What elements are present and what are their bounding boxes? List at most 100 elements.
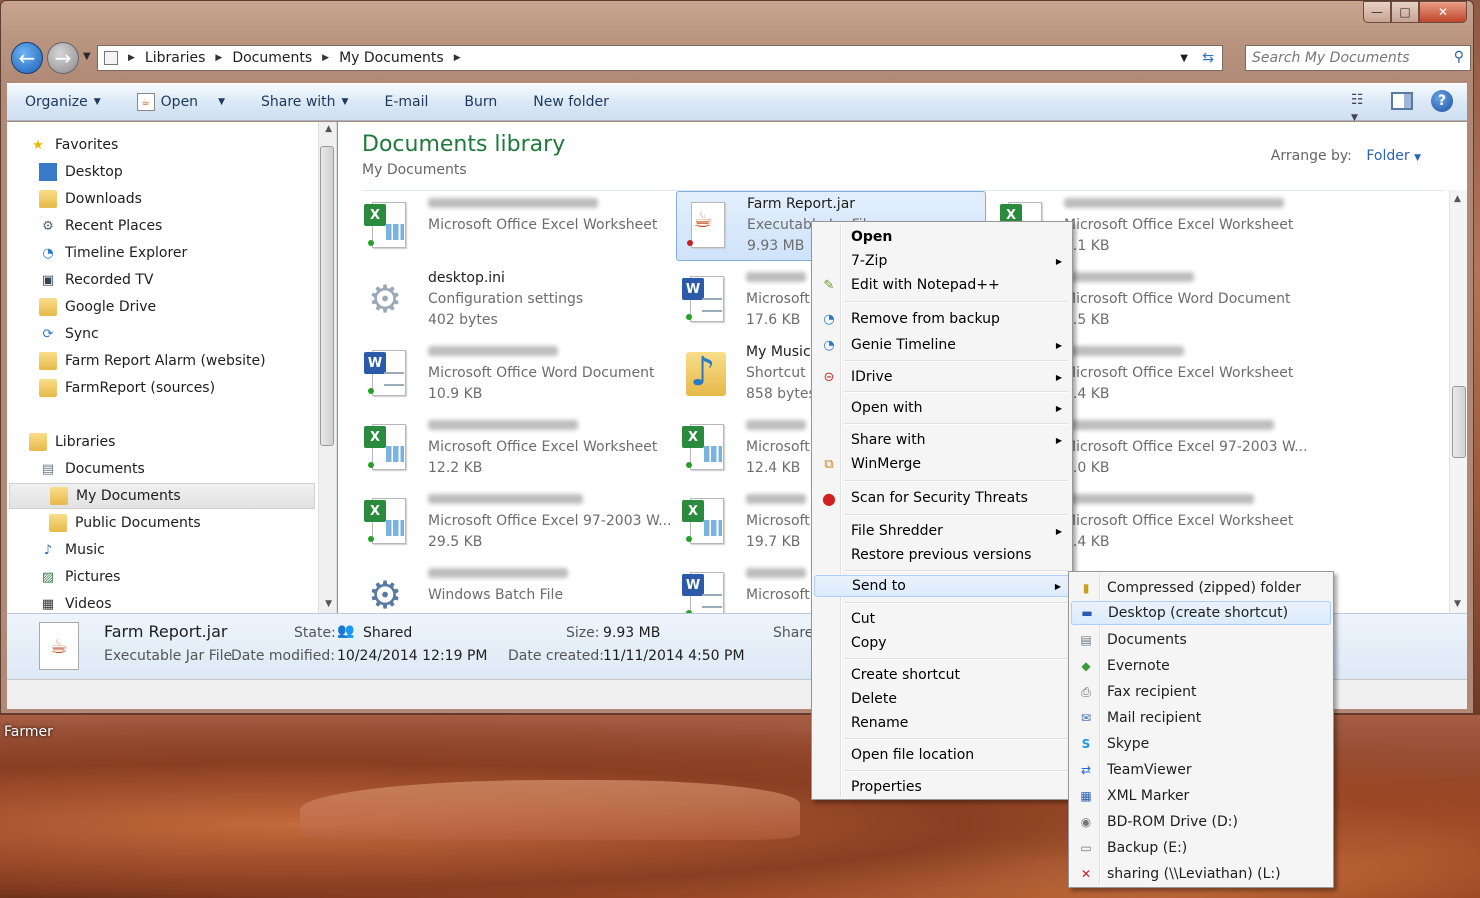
refresh-icon[interactable]: ⇆ <box>1202 50 1214 66</box>
search-input[interactable]: Search My Documents ⚲ <box>1245 45 1471 71</box>
forward-button[interactable]: → <box>47 42 79 74</box>
send-to-mail[interactable]: ✉ Mail recipient <box>1071 706 1331 730</box>
send-to-backup-drive[interactable]: ▭ Backup (E:) <box>1071 836 1331 860</box>
menu-item-send-to[interactable]: Send to ▶ <box>814 575 1070 597</box>
menu-item-cut[interactable]: Cut <box>814 608 1070 630</box>
nav-label: Timeline Explorer <box>65 245 188 261</box>
file-tile[interactable]: X Microsoft Office Excel 97-2003 W... 29… <box>358 488 672 558</box>
nav-item-downloads[interactable]: Downloads <box>39 186 142 212</box>
help-icon[interactable]: ? <box>1431 90 1453 112</box>
breadcrumb-separator-icon[interactable]: ▶ <box>450 53 465 63</box>
scroll-down-icon[interactable]: ▼ <box>325 599 332 609</box>
nav-item-farm-report-alarm[interactable]: Farm Report Alarm (website) <box>39 348 266 374</box>
breadcrumb-documents[interactable]: Documents <box>226 50 318 66</box>
menu-item-rename[interactable]: Rename <box>814 712 1070 734</box>
share-with-button[interactable]: Share with ▼ <box>243 94 366 110</box>
nav-item-sync[interactable]: ⟳ Sync <box>39 321 99 347</box>
menu-item-genie-timeline[interactable]: ◔ Genie Timeline ▶ <box>814 334 1070 356</box>
menu-item-open[interactable]: Open <box>814 226 1070 248</box>
menu-item-file-shredder[interactable]: File Shredder ▶ <box>814 520 1070 542</box>
breadcrumb-libraries[interactable]: Libraries <box>139 50 211 66</box>
details-modified-label: Date modified: <box>231 648 335 664</box>
nav-item-desktop[interactable]: Desktop <box>39 159 123 185</box>
email-button[interactable]: E-mail <box>366 94 446 110</box>
wallpaper-highlight <box>300 780 800 840</box>
breadcrumb-my-documents[interactable]: My Documents <box>333 50 450 66</box>
breadcrumb-separator-icon[interactable]: ▶ <box>211 53 226 63</box>
menu-item-winmerge[interactable]: ⧉ WinMerge <box>814 453 1070 475</box>
submenu-arrow-icon: ▶ <box>1055 403 1062 413</box>
nav-item-farmreport-sources[interactable]: FarmReport (sources) <box>39 375 215 401</box>
nav-item-my-documents[interactable]: My Documents <box>9 483 315 509</box>
nav-item-pictures[interactable]: ▨ Pictures <box>39 564 121 590</box>
minimize-button[interactable]: — <box>1363 1 1391 23</box>
send-to-network-share[interactable]: ✕ sharing (\\Leviathan) (L:) <box>1071 862 1331 886</box>
send-to-bd-rom[interactable]: ◉ BD-ROM Drive (D:) <box>1071 810 1331 834</box>
scroll-thumb[interactable] <box>320 146 334 446</box>
nav-libraries[interactable]: Libraries <box>29 429 115 455</box>
send-to-documents[interactable]: ▤ Documents <box>1071 628 1331 652</box>
nav-item-public-documents[interactable]: Public Documents <box>49 510 201 536</box>
menu-item-label: Rename <box>851 715 909 731</box>
nav-favorites[interactable]: ★ Favorites <box>29 132 118 158</box>
nav-item-recorded-tv[interactable]: ▣ Recorded TV <box>39 267 154 293</box>
menu-item-create-shortcut[interactable]: Create shortcut <box>814 664 1070 686</box>
open-button[interactable]: ☕ Open ▼ <box>119 93 243 111</box>
send-to-desktop[interactable]: ▬ Desktop (create shortcut) <box>1071 601 1331 625</box>
menu-item-open-with[interactable]: Open with ▶ <box>814 397 1070 419</box>
address-dropdown-icon[interactable]: ▼ <box>1180 53 1188 64</box>
change-view-icon[interactable]: ☷ ▼ <box>1351 92 1373 123</box>
arrange-by-dropdown[interactable]: Folder ▼ <box>1366 148 1421 164</box>
content-scrollbar[interactable]: ▲ ▼ <box>1449 190 1467 613</box>
send-to-teamviewer[interactable]: ⇄ TeamViewer <box>1071 758 1331 782</box>
breadcrumb-separator-icon[interactable]: ▶ <box>318 53 333 63</box>
send-to-compressed-folder[interactable]: ▮ Compressed (zipped) folder <box>1071 576 1331 600</box>
file-tile[interactable]: ⚙ Windows Batch File <box>358 562 668 613</box>
send-to-xml-marker[interactable]: ▦ XML Marker <box>1071 784 1331 808</box>
menu-item-copy[interactable]: Copy <box>814 632 1070 654</box>
nav-item-recent-places[interactable]: ⚙ Recent Places <box>39 213 162 239</box>
burn-button[interactable]: Burn <box>446 94 515 110</box>
nav-item-google-drive[interactable]: Google Drive <box>39 294 156 320</box>
nav-scrollbar[interactable]: ▲ ▼ <box>318 122 336 613</box>
menu-item-properties[interactable]: Properties <box>814 776 1070 798</box>
teamviewer-icon: ⇄ <box>1080 763 1092 777</box>
nav-item-timeline-explorer[interactable]: ◔ Timeline Explorer <box>39 240 187 266</box>
send-to-submenu: ▮ Compressed (zipped) folder ▬ Desktop (cr… <box>1068 571 1334 888</box>
scroll-up-icon[interactable]: ▲ <box>325 124 332 134</box>
nav-item-music[interactable]: ♪ Music <box>39 537 105 563</box>
file-tile[interactable]: X Microsoft Office Excel Worksheet 12.2 … <box>358 414 668 484</box>
menu-item-share-with[interactable]: Share with ▶ <box>814 429 1070 451</box>
search-icon[interactable]: ⚲ <box>1454 49 1464 65</box>
file-tile[interactable]: W Microsoft Office Word Document 10.9 KB <box>358 340 668 410</box>
back-button[interactable]: ← <box>11 42 43 74</box>
scroll-up-icon[interactable]: ▲ <box>1454 194 1461 204</box>
menu-item-restore-versions[interactable]: Restore previous versions <box>814 544 1070 566</box>
send-to-fax[interactable]: ⎙ Fax recipient <box>1071 680 1331 704</box>
close-button[interactable]: ✕ <box>1419 1 1467 23</box>
menu-item-open-file-location[interactable]: Open file location <box>814 744 1070 766</box>
menu-item-security-scan[interactable]: ● Scan for Security Threats <box>814 487 1070 509</box>
scroll-thumb[interactable] <box>1452 386 1466 458</box>
send-to-evernote[interactable]: ◆ Evernote <box>1071 654 1331 678</box>
address-bar[interactable]: ▶ Libraries ▶ Documents ▶ My Documents ▶… <box>97 45 1223 71</box>
recent-pages-dropdown[interactable]: ▼ <box>83 51 91 62</box>
file-tile[interactable]: X Microsoft Office Excel Worksheet <box>358 192 668 262</box>
menu-item-remove-backup[interactable]: ◔ Remove from backup <box>814 308 1070 330</box>
nav-item-documents[interactable]: ▤ Documents <box>39 456 145 482</box>
menu-item-delete[interactable]: Delete <box>814 688 1070 710</box>
organize-button[interactable]: Organize ▼ <box>7 94 119 110</box>
scroll-down-icon[interactable]: ▼ <box>1454 599 1461 609</box>
menu-item-edit-notepad[interactable]: ✎ Edit with Notepad++ <box>814 274 1070 296</box>
send-to-skype[interactable]: S Skype <box>1071 732 1331 756</box>
breadcrumb-separator-icon[interactable]: ▶ <box>124 53 139 63</box>
chevron-down-icon[interactable]: ▼ <box>218 97 225 107</box>
menu-item-idrive[interactable]: ⊝ IDrive ▶ <box>814 366 1070 388</box>
menu-item-7zip[interactable]: 7-Zip ▶ <box>814 250 1070 272</box>
preview-pane-icon[interactable] <box>1391 92 1413 110</box>
maximize-button[interactable]: □ <box>1391 1 1419 23</box>
file-tile[interactable]: ⚙ desktop.ini Configuration settings 402… <box>358 266 668 336</box>
new-folder-button[interactable]: New folder <box>515 94 627 110</box>
desktop-icon-label[interactable]: Farmer <box>4 724 53 740</box>
file-type: Microsoft Office Excel Worksheet <box>1064 217 1294 233</box>
